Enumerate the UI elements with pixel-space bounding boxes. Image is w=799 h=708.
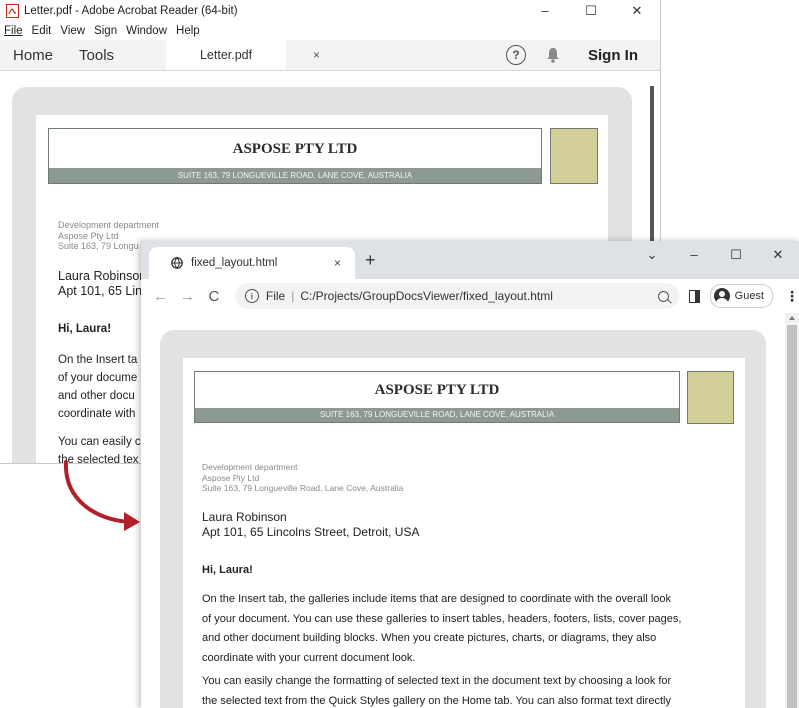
recipient-name: Laura Robinson (202, 510, 287, 524)
company-name: ASPOSE PTY LTD (374, 382, 500, 398)
acrobat-title-bar: Letter.pdf - Adobe Acrobat Reader (64-bi… (0, 0, 660, 22)
tab-tools[interactable]: Tools (79, 47, 114, 64)
paragraph-line: and other docu (58, 390, 135, 402)
side-panel-icon[interactable] (688, 289, 700, 303)
pdf-file-icon (6, 4, 19, 18)
maximize-button[interactable]: ☐ (568, 3, 614, 19)
forward-button[interactable]: → (180, 288, 195, 305)
close-button[interactable]: ✕ (614, 3, 660, 19)
sender-block: Development department Aspose Pty Ltd Su… (202, 462, 403, 494)
menu-view[interactable]: View (60, 25, 85, 37)
recipient-address: Apt 101, 65 Linc (58, 284, 149, 298)
curved-arrow-icon (63, 460, 140, 531)
letterhead-box: ASPOSE PTY LTD SUITE 163, 79 LONGUEVILLE… (194, 371, 680, 423)
sender-org: Aspose Pty Ltd (202, 472, 260, 483)
chrome-scrollbar[interactable] (785, 313, 799, 708)
menu-file[interactable]: File (4, 25, 23, 37)
menu-window[interactable]: Window (126, 25, 167, 37)
menu-sign[interactable]: Sign (94, 25, 117, 37)
greeting: Hi, Laura! (58, 323, 112, 335)
paragraph-line: the selected text from the Quick Styles … (202, 694, 671, 707)
acrobat-tab-bar: Home Tools Letter.pdf × ? Sign In (0, 40, 660, 71)
address-band: SUITE 163, 79 LONGUEVILLE ROAD, LANE COV… (49, 168, 541, 183)
tab-home[interactable]: Home (13, 47, 53, 64)
profile-button[interactable]: Guest (709, 284, 773, 308)
minimize-button[interactable]: – (522, 3, 568, 19)
paragraph-line: On the Insert tab, the galleries include… (202, 593, 671, 605)
greeting: Hi, Laura! (202, 564, 253, 576)
menu-help[interactable]: Help (176, 25, 200, 37)
address-separator: | (291, 289, 295, 303)
recipient-block: Laura Robinson Apt 101, 65 Lincolns Stre… (202, 510, 419, 540)
menu-edit[interactable]: Edit (32, 25, 52, 37)
bell-icon[interactable] (546, 47, 560, 63)
tab-search-button[interactable]: ⌄ (631, 247, 673, 263)
paragraph-line: You can easily change the formatting of … (202, 675, 672, 687)
maximize-button[interactable]: ☐ (715, 247, 757, 263)
sender-dept: Development department (58, 220, 160, 230)
paragraph-line: On the Insert ta (58, 354, 138, 366)
close-tab-icon[interactable]: × (313, 48, 320, 62)
chrome-tab-strip: fixed_layout.html × + ⌄ – ☐ ✕ (141, 241, 799, 279)
html-page: ASPOSE PTY LTD SUITE 163, 79 LONGUEVILLE… (183, 358, 745, 708)
help-icon[interactable]: ? (506, 45, 526, 65)
paragraph-line: coordinate with (58, 408, 136, 420)
more-menu-icon[interactable]: ⋮ (785, 288, 799, 305)
paragraph-line: of your document. You can use these gall… (202, 612, 682, 625)
chrome-viewport: ASPOSE PTY LTD SUITE 163, 79 LONGUEVILLE… (141, 313, 799, 708)
recipient-address: Apt 101, 65 Lincolns Street, Detroit, US… (202, 525, 420, 539)
zoom-icon[interactable] (657, 290, 669, 302)
logo-placeholder (687, 371, 734, 424)
chrome-window: fixed_layout.html × + ⌄ – ☐ ✕ ← → C i Fi… (141, 241, 799, 708)
recipient-name: Laura Robinson (58, 269, 147, 283)
info-icon[interactable]: i (244, 289, 259, 303)
browser-tab[interactable]: fixed_layout.html × (149, 247, 355, 279)
scrollbar-thumb[interactable] (787, 325, 797, 708)
new-tab-button[interactable]: + (365, 250, 376, 271)
avatar-icon (713, 288, 730, 304)
acrobat-menu-bar: File Edit View Sign Window Help (0, 22, 660, 40)
paragraph-line: You can easily c (58, 436, 141, 448)
close-tab-icon[interactable]: × (334, 256, 341, 270)
chrome-toolbar: ← → C i File | C:/Projects/GroupDocsView… (141, 279, 799, 314)
sender-dept: Development department (202, 462, 298, 472)
logo-placeholder (550, 128, 598, 184)
sender-org: Aspose Pty Ltd (58, 230, 119, 241)
address-url: C:/Projects/GroupDocsViewer/fixed_layout… (300, 289, 553, 303)
sign-in-button[interactable]: Sign In (588, 47, 638, 64)
minimize-button[interactable]: – (673, 247, 715, 263)
document-tab[interactable]: Letter.pdf × (166, 40, 320, 70)
close-button[interactable]: ✕ (757, 247, 799, 263)
paragraph-1: On the Insert ta of your docume and othe… (58, 351, 137, 423)
company-name: ASPOSE PTY LTD (232, 141, 358, 157)
acrobat-window-title: Letter.pdf - Adobe Acrobat Reader (64-bi… (24, 5, 238, 17)
back-button[interactable]: ← (153, 288, 168, 305)
paragraph-line: and other document building blocks. When… (202, 632, 657, 644)
document-tab-label: Letter.pdf (199, 48, 253, 62)
recipient-block: Laura Robinson Apt 101, 65 Linc (58, 269, 148, 299)
letterhead-box: ASPOSE PTY LTD SUITE 163, 79 LONGUEVILLE… (48, 128, 542, 184)
reload-button[interactable]: C (207, 288, 221, 305)
globe-icon (171, 257, 183, 269)
address-bar[interactable]: i File | C:/Projects/GroupDocsViewer/fix… (234, 283, 679, 309)
paragraph-2: You can easily change the formatting of … (202, 672, 671, 708)
address-scheme: File (265, 289, 286, 303)
browser-tab-title: fixed_layout.html (191, 257, 278, 269)
scroll-up-icon[interactable] (789, 316, 795, 320)
profile-label: Guest (734, 290, 764, 302)
paragraph-line: coordinate with your current document lo… (202, 651, 416, 664)
sender-suite: Suite 163, 79 Longueville Road, Lane Cov… (202, 483, 404, 493)
address-band: SUITE 163, 79 LONGUEVILLE ROAD, LANE COV… (195, 408, 679, 422)
paragraph-1: On the Insert tab, the galleries include… (202, 590, 681, 668)
paragraph-line: of your docume (58, 372, 138, 384)
